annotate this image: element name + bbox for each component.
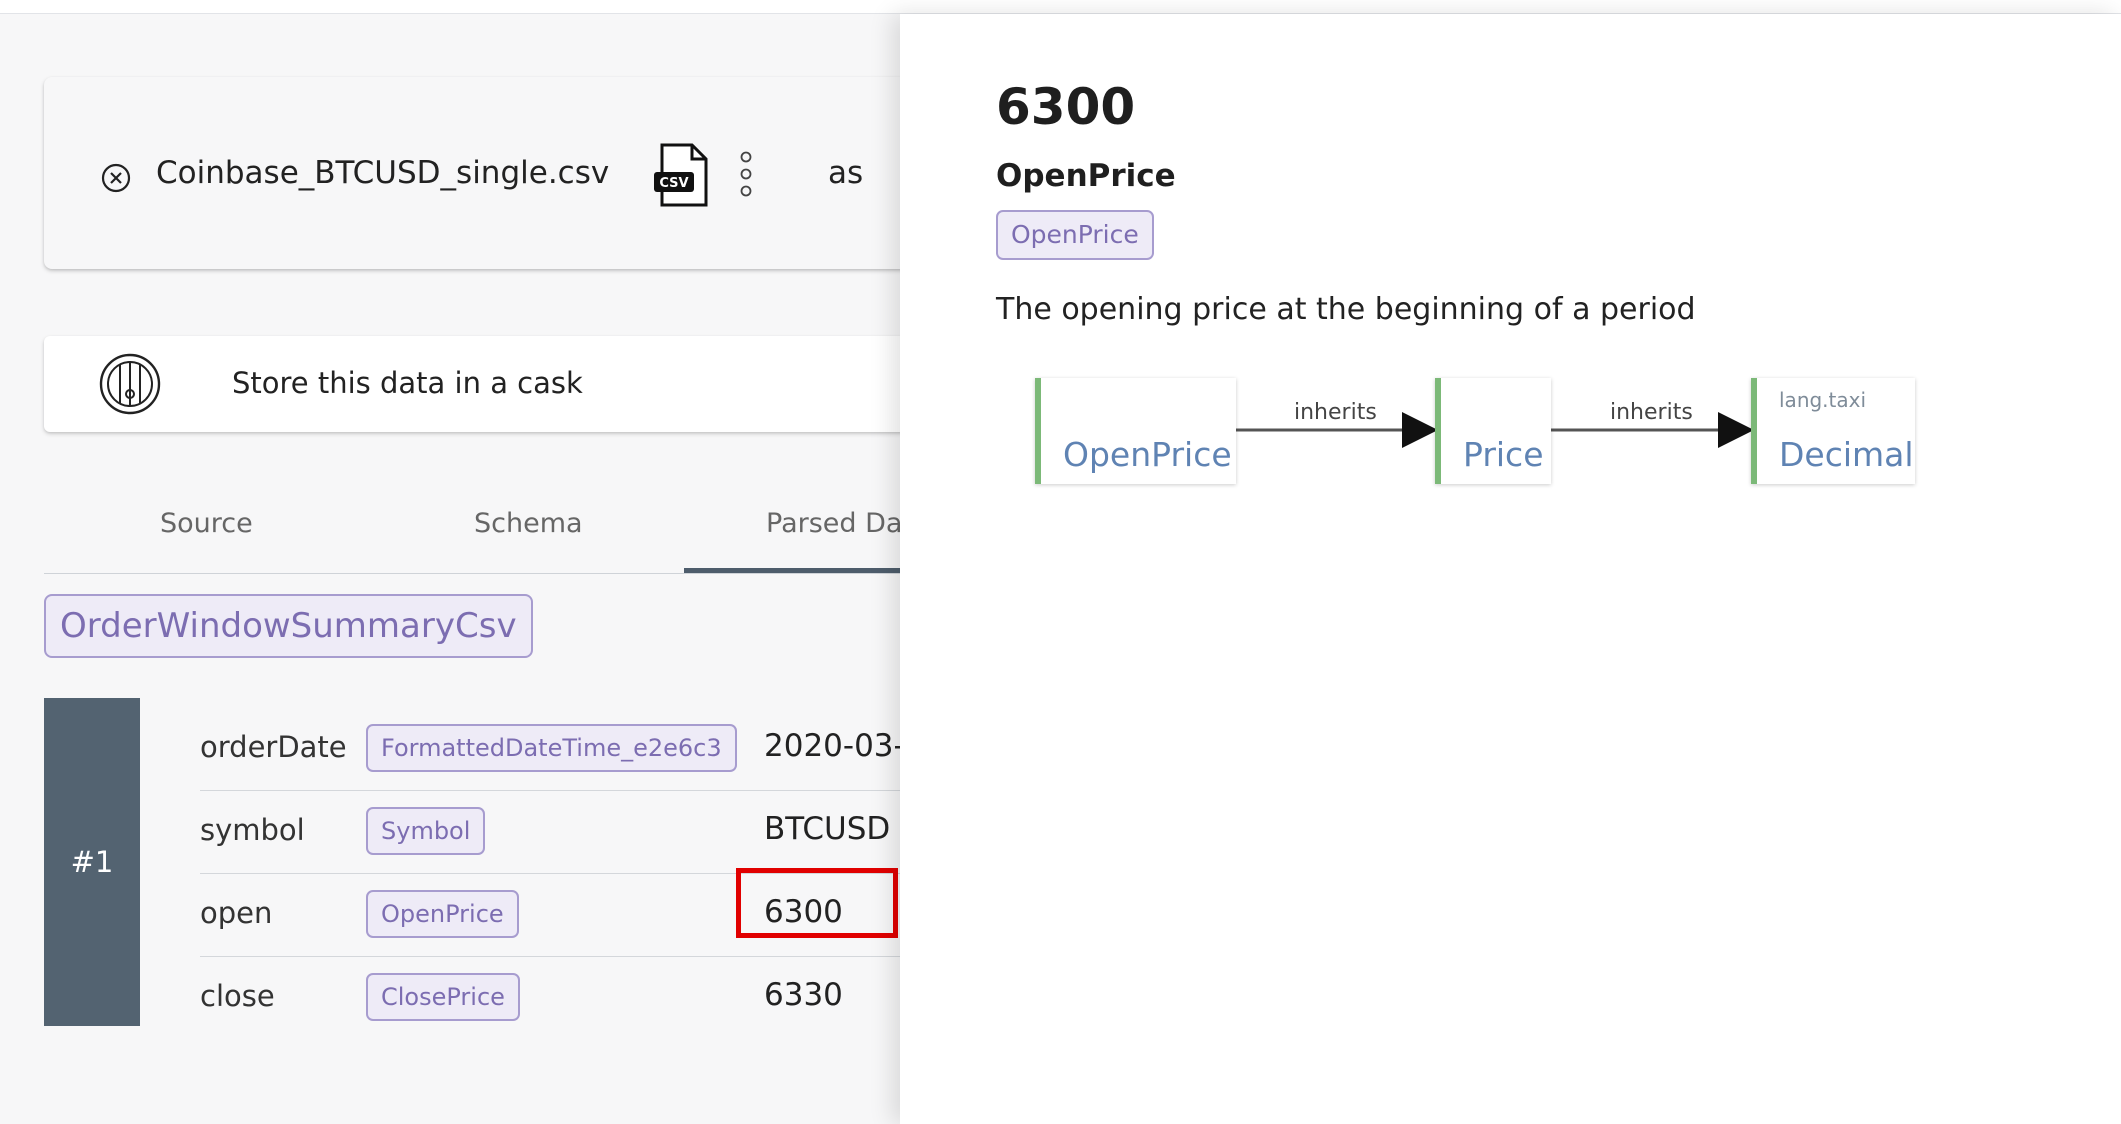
cask-label: Store this data in a cask bbox=[232, 366, 583, 400]
field-value[interactable]: 2020-03- bbox=[764, 728, 900, 764]
field-name: orderDate bbox=[200, 730, 347, 764]
lineage-node-label: Decimal bbox=[1779, 435, 1914, 474]
field-name: close bbox=[200, 979, 275, 1013]
import-panel: Coinbase_BTCUSD_single.csv CSV as Store … bbox=[0, 14, 900, 1124]
record-index-label: #1 bbox=[70, 845, 114, 879]
view-tabs: Source Schema Parsed Da bbox=[44, 488, 900, 574]
lineage-node-label: OpenPrice bbox=[1063, 435, 1232, 474]
table-row: orderDate FormattedDateTime_e2e6c3 2020-… bbox=[200, 708, 900, 791]
csv-icon-text: CSV bbox=[659, 176, 688, 191]
lineage-node-decimal[interactable]: lang.taxi Decimal bbox=[1751, 378, 1915, 484]
csv-file-icon: CSV bbox=[654, 143, 708, 207]
field-type-chip[interactable]: OpenPrice bbox=[366, 890, 519, 938]
record-index: #1 bbox=[44, 698, 140, 1026]
lineage-node-openprice[interactable]: OpenPrice bbox=[1035, 378, 1236, 484]
tab-schema[interactable]: Schema bbox=[474, 508, 583, 539]
close-icon[interactable] bbox=[100, 162, 132, 194]
file-card: Coinbase_BTCUSD_single.csv CSV as bbox=[44, 77, 900, 269]
table-row: close ClosePrice 6330 bbox=[200, 957, 900, 1040]
lineage-edge-label: inherits bbox=[1294, 400, 1377, 425]
file-name: Coinbase_BTCUSD_single.csv bbox=[156, 155, 610, 191]
store-in-cask-option[interactable]: Store this data in a cask bbox=[44, 336, 900, 432]
field-name: open bbox=[200, 896, 273, 930]
table-row: symbol Symbol BTCUSD bbox=[200, 791, 900, 874]
more-options-icon[interactable] bbox=[732, 149, 760, 205]
lineage-node-price[interactable]: Price bbox=[1435, 378, 1551, 484]
lineage-node-namespace: lang.taxi bbox=[1779, 388, 1867, 412]
field-type-chip[interactable]: ClosePrice bbox=[366, 973, 520, 1021]
parsed-type-chip[interactable]: OrderWindowSummaryCsv bbox=[44, 594, 533, 658]
field-type-chip[interactable]: FormattedDateTime_e2e6c3 bbox=[366, 724, 737, 772]
as-label: as bbox=[828, 155, 864, 191]
cask-barrel-icon bbox=[99, 353, 161, 415]
field-type-chip[interactable]: Symbol bbox=[366, 807, 486, 855]
field-name: symbol bbox=[200, 813, 305, 847]
lineage-edge-label: inherits bbox=[1610, 400, 1693, 425]
tab-source[interactable]: Source bbox=[160, 508, 253, 539]
field-value[interactable]: BTCUSD bbox=[764, 811, 890, 847]
type-detail-drawer: 6300 OpenPrice OpenPrice The opening pri… bbox=[900, 14, 2121, 1124]
field-value[interactable]: 6330 bbox=[764, 977, 843, 1013]
tab-parsed-data[interactable]: Parsed Da bbox=[766, 508, 900, 539]
selected-value-highlight bbox=[736, 868, 898, 938]
active-tab-indicator bbox=[684, 568, 900, 573]
type-lineage-diagram: OpenPrice inherits Price inherits lang.t… bbox=[900, 14, 2121, 534]
top-bar bbox=[0, 0, 2121, 14]
lineage-node-label: Price bbox=[1463, 435, 1544, 474]
